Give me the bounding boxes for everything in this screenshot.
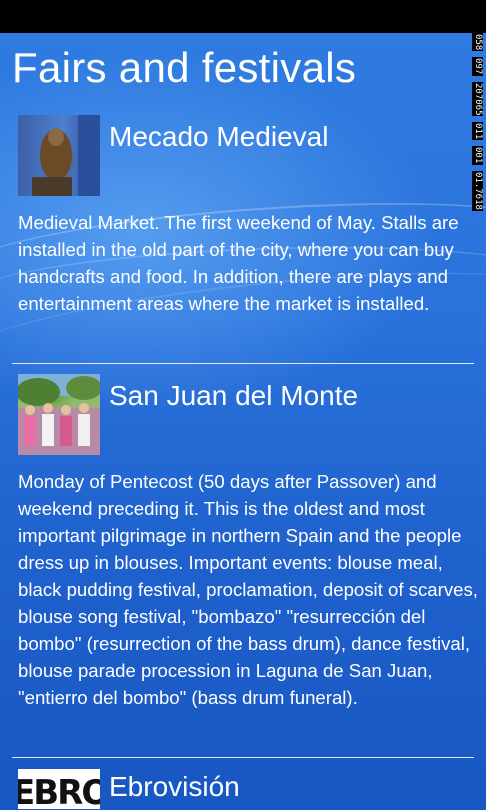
debug-counter: 207065 <box>472 81 483 117</box>
item-description: Monday of Pentecost (50 days after Passo… <box>18 471 478 708</box>
debug-counters: 058 097 207065 011 001 01.7618 <box>472 33 486 403</box>
panorama-page[interactable]: Fairs and festivals Mecado Medieval Medi… <box>0 33 486 810</box>
ebrovision-logo: EBRO <box>18 769 100 809</box>
divider <box>12 363 474 364</box>
logo-text: EBRO <box>18 773 100 809</box>
falcon-thumbnail <box>18 115 100 196</box>
debug-counter: 097 <box>472 57 483 76</box>
debug-counter: 058 <box>472 33 483 52</box>
item-title: San Juan del Monte <box>109 380 359 411</box>
item-title: Ebrovisión <box>109 771 240 802</box>
debug-counter: 011 <box>472 122 483 141</box>
crowd-thumbnail <box>18 374 100 455</box>
page-title: Fairs and festivals <box>12 44 357 91</box>
divider <box>12 757 474 758</box>
status-bar <box>0 0 486 33</box>
debug-counter: 01.7618 <box>472 170 483 211</box>
item-title: Mecado Medieval <box>109 121 329 152</box>
debug-counter: 001 <box>472 146 483 165</box>
item-description: Medieval Market. The first weekend of Ma… <box>18 212 459 314</box>
